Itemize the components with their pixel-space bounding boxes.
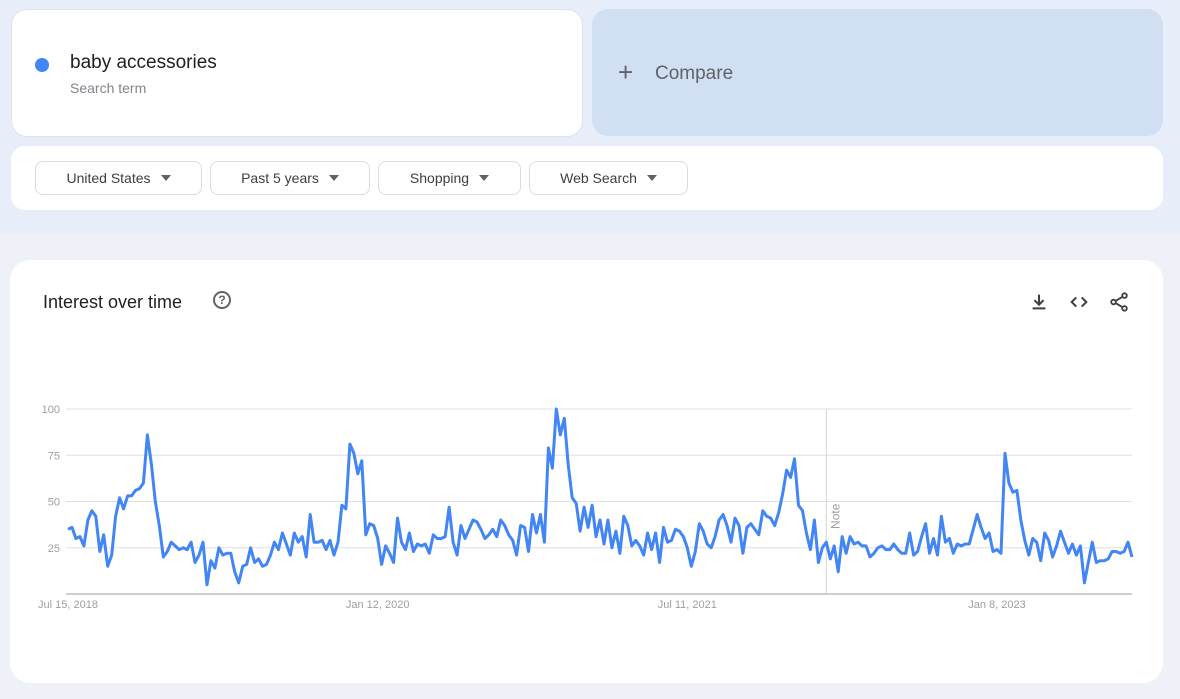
note-annotation-label: Note bbox=[828, 503, 842, 529]
y-tick-label: 50 bbox=[48, 497, 60, 509]
x-tick-label: Jan 8, 2023 bbox=[968, 599, 1026, 611]
x-tick-label: Jul 15, 2018 bbox=[38, 599, 98, 611]
interest-chart: 25 50 75 100 Note Jul 15, 2018 Jan 12, 2020 Jul… bbox=[38, 404, 1134, 611]
x-tick-label: Jan 12, 2020 bbox=[346, 599, 410, 611]
y-tick-label: 100 bbox=[42, 404, 60, 416]
y-tick-label: 25 bbox=[48, 543, 60, 555]
series-line-baby-accessories bbox=[67, 407, 1134, 587]
y-tick-label: 75 bbox=[48, 450, 60, 462]
x-tick-label: Jul 11, 2021 bbox=[658, 599, 717, 611]
